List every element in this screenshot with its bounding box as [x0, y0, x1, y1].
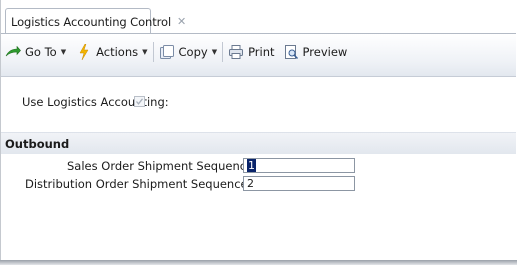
print-button[interactable]: Print [225, 41, 277, 63]
toolbar-separator [222, 42, 224, 62]
preview-label: Preview [302, 45, 348, 59]
chevron-down-icon: ▼ [60, 48, 67, 56]
preview-button[interactable]: Preview [280, 41, 351, 63]
lightning-icon [76, 44, 92, 60]
toolbar-separator [152, 42, 154, 62]
actions-button[interactable]: Actions ▼ [73, 41, 150, 63]
copy-button[interactable]: Copy ▼ [156, 41, 221, 63]
chevron-down-icon: ▼ [211, 48, 218, 56]
section-header: Outbound [1, 132, 516, 154]
tab-logistics-accounting-control[interactable]: Logistics Accounting Control ✕ [5, 8, 186, 34]
selected-text: 1 [247, 159, 256, 172]
section-title: Outbound [5, 137, 70, 151]
arrow-icon [5, 44, 21, 60]
close-icon[interactable]: ✕ [177, 16, 186, 27]
use-logistics-accounting-checkbox[interactable] [134, 96, 145, 107]
actions-label: Actions [96, 45, 139, 59]
copy-icon [159, 44, 175, 60]
app-window: Logistics Accounting Control ✕ Go To ▼ A… [0, 0, 516, 260]
printer-icon [228, 44, 244, 60]
form-content: Use Logistics Accounting: Outbound Sales… [1, 77, 516, 260]
goto-button[interactable]: Go To ▼ [1, 41, 69, 63]
sales-order-sequence-input[interactable]: 1 [243, 158, 355, 173]
distribution-order-sequence-label: Distribution Order Shipment Sequence ID: [25, 177, 268, 191]
copy-label: Copy [178, 45, 208, 59]
field-value: 2 [247, 177, 254, 190]
toolbar: Go To ▼ Actions ▼ Copy ▼ Print Preview [1, 34, 516, 77]
toolbar-sub-band [1, 63, 516, 76]
checkmark-icon [136, 98, 144, 105]
print-label: Print [248, 45, 275, 59]
goto-label: Go To [25, 45, 57, 59]
chevron-down-icon: ▼ [142, 48, 148, 56]
tab-label: Logistics Accounting Control [11, 14, 172, 29]
use-logistics-accounting-label: Use Logistics Accounting: [22, 95, 169, 109]
tab-strip: Logistics Accounting Control ✕ [1, 0, 516, 34]
preview-icon [283, 44, 299, 60]
window-bottom-edge [0, 260, 517, 265]
distribution-order-sequence-input[interactable]: 2 [243, 176, 355, 191]
